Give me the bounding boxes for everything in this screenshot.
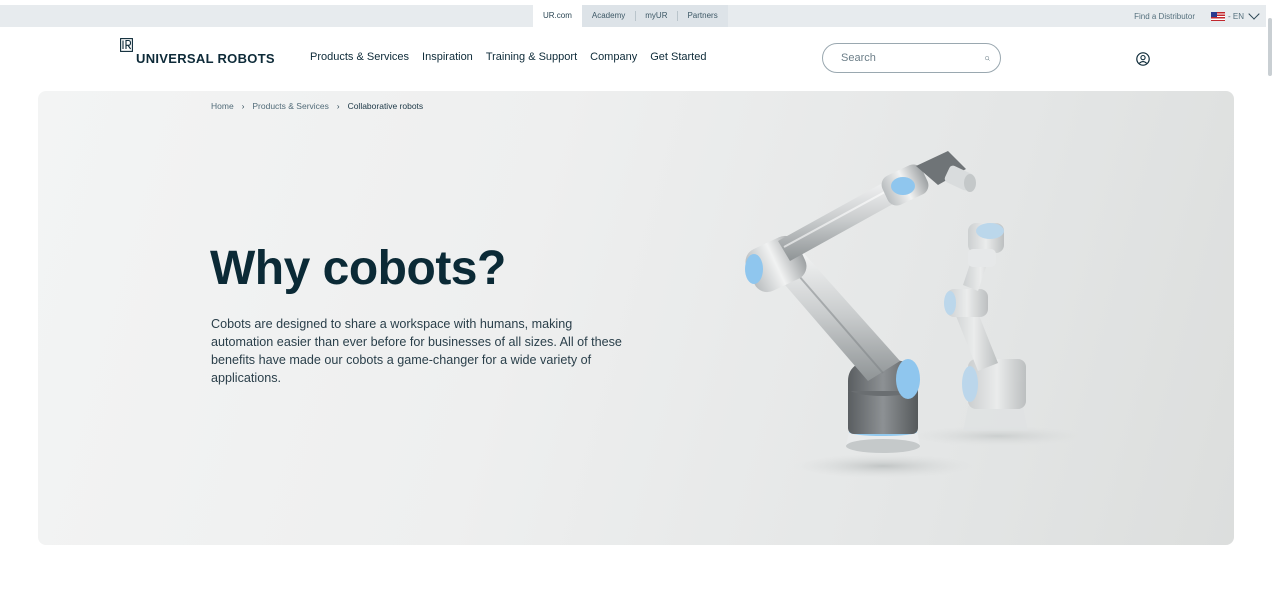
site-tab-myur[interactable]: myUR bbox=[635, 5, 678, 27]
site-tab-partners[interactable]: Partners bbox=[677, 5, 728, 27]
nav-company[interactable]: Company bbox=[590, 51, 637, 63]
user-circle-icon[interactable] bbox=[1136, 52, 1150, 66]
search-box[interactable] bbox=[822, 43, 1001, 73]
utility-links: Find a Distributor - EN bbox=[1134, 5, 1260, 27]
ur-logo-mark-icon bbox=[120, 38, 133, 52]
breadcrumb-products-services[interactable]: Products & Services bbox=[252, 101, 329, 111]
page-scrollbar[interactable] bbox=[1268, 18, 1272, 76]
us-flag-icon bbox=[1211, 11, 1225, 21]
search-icon[interactable] bbox=[985, 52, 990, 65]
universal-robots-logo[interactable]: UNIVERSAL ROBOTS bbox=[120, 38, 275, 68]
page-title: Why cobots? bbox=[210, 242, 506, 295]
language-selector[interactable]: - EN bbox=[1211, 8, 1260, 21]
utility-bar: UR.com Academy myUR Partners Find a Dist… bbox=[0, 5, 1266, 27]
main-nav: Products & Services Inspiration Training… bbox=[310, 51, 719, 63]
site-tab-academy[interactable]: Academy bbox=[581, 5, 636, 27]
search-input[interactable] bbox=[839, 51, 985, 65]
chevron-right-icon: › bbox=[241, 101, 245, 111]
cobot-arms-illustration bbox=[745, 151, 1078, 478]
chevron-down-icon bbox=[1248, 8, 1260, 20]
find-distributor-link[interactable]: Find a Distributor bbox=[1134, 12, 1195, 21]
logo-wordmark: UNIVERSAL ROBOTS bbox=[136, 51, 275, 66]
site-switcher: UR.com Academy myUR Partners bbox=[533, 5, 728, 27]
breadcrumb-current: Collaborative robots bbox=[347, 101, 424, 111]
breadcrumb-home[interactable]: Home bbox=[211, 101, 234, 111]
site-tab-urcom[interactable]: UR.com bbox=[533, 5, 582, 27]
language-label: - EN bbox=[1228, 11, 1244, 21]
hero-banner: Home › Products & Services › Collaborati… bbox=[38, 91, 1234, 545]
breadcrumb: Home › Products & Services › Collaborati… bbox=[211, 101, 423, 111]
hero-description: Cobots are designed to share a workspace… bbox=[211, 317, 622, 385]
nav-training-support[interactable]: Training & Support bbox=[486, 51, 577, 63]
chevron-right-icon: › bbox=[336, 101, 340, 111]
nav-inspiration[interactable]: Inspiration bbox=[422, 51, 473, 63]
nav-products-services[interactable]: Products & Services bbox=[310, 51, 409, 63]
nav-get-started[interactable]: Get Started bbox=[650, 51, 706, 63]
